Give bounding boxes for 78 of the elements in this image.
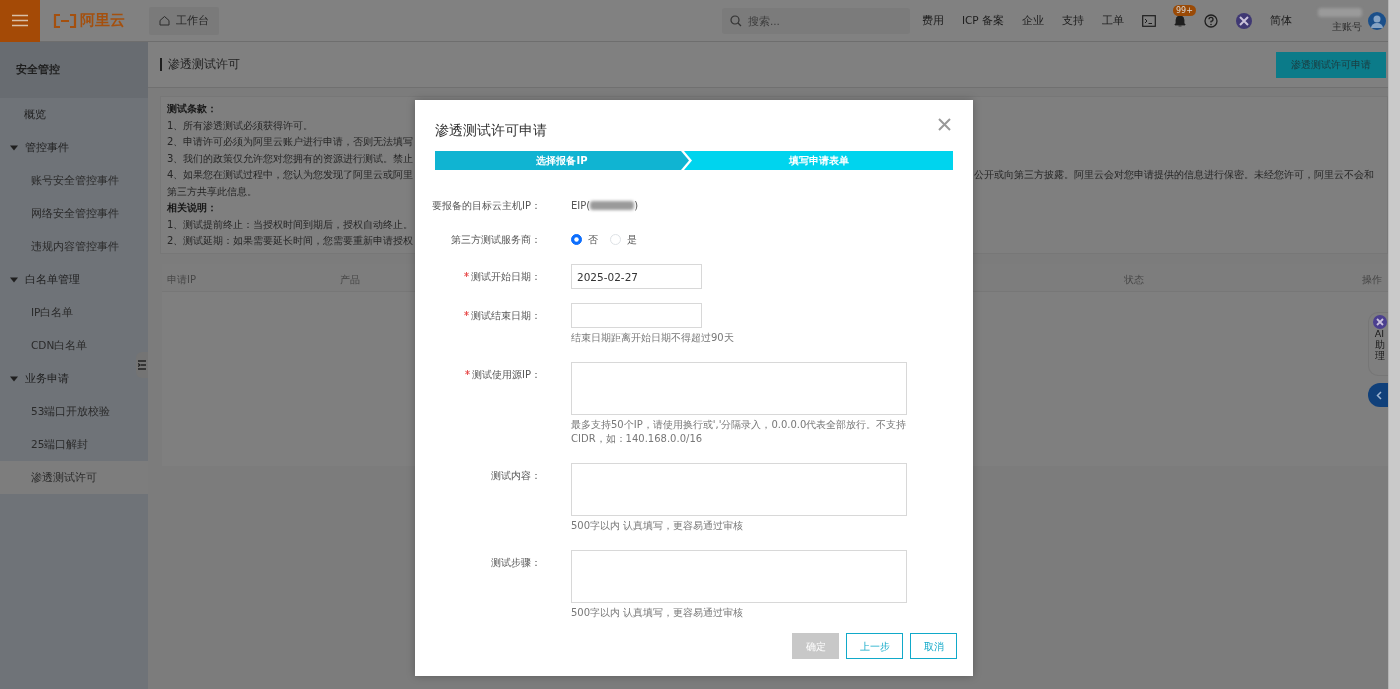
bell-icon[interactable]	[1174, 14, 1186, 27]
notice-text: 1、测试提前终止：当授权时间到期后，授权自动终止。	[167, 217, 415, 232]
option-label: 否	[588, 233, 598, 247]
dialog-button[interactable]: 上一步	[846, 633, 903, 659]
field-label: 第三方测试服务商：	[451, 233, 541, 247]
notification-badge: 99+	[1173, 5, 1196, 16]
sidebar-item[interactable]: 管控事件	[0, 131, 135, 164]
collapse-handle[interactable]	[136, 352, 148, 378]
close-button[interactable]	[938, 118, 951, 131]
sidebar-item[interactable]: 违规内容管控事件	[0, 230, 135, 263]
sidebar-title: 安全管控	[0, 42, 148, 98]
page-title: 渗透测试许可	[160, 58, 240, 71]
nav-link[interactable]: 费用	[921, 12, 944, 29]
assistant-icon[interactable]	[1236, 12, 1252, 29]
sidebar-item[interactable]: 渗透测试许可	[0, 461, 148, 494]
date-field[interactable]	[571, 303, 702, 328]
home-icon	[159, 15, 170, 26]
assistant-button[interactable]: AI 助理	[1368, 312, 1388, 376]
notice-heading: 测试条款：	[167, 102, 218, 116]
sidebar-item[interactable]: 业务申请	[0, 362, 135, 395]
chevron-icon	[1376, 390, 1382, 400]
option-label: 是	[627, 233, 637, 247]
notice-text: 2、申请许可必须为阿里云账户进行申请，否则无法填写	[167, 135, 415, 149]
account-role: 主账号	[1332, 19, 1362, 34]
apply-button[interactable]: 渗透测试许可申请	[1276, 51, 1386, 78]
sidebar-item[interactable]: CDN白名单	[0, 329, 135, 362]
dialog-title: 渗透测试许可申请	[435, 121, 547, 140]
field-value: EIP(	[571, 199, 591, 213]
terminal-icon[interactable]	[1142, 14, 1156, 27]
notice-text: 1、所有渗透测试必须获得许可。	[167, 118, 315, 133]
wizard-step: 选择报备IP	[435, 151, 689, 170]
search-icon	[729, 14, 742, 27]
notice-text: 第三方共享此信息。	[167, 184, 258, 199]
logo-text: 阿里云	[80, 10, 125, 32]
caret-icon	[10, 143, 18, 152]
field-label: 测试开始日期：	[471, 270, 541, 284]
field-label: 测试使用源IP：	[472, 368, 541, 382]
sidebar-item[interactable]: 白名单管理	[0, 263, 135, 296]
sidebar-item[interactable]: 53端口开放校验	[0, 395, 135, 428]
help-text: 最多支持50个IP，请使用换行或','分隔录入，0.0.0.0代表全部放行。不支持CIDR，如：140.168.0.0/16	[571, 418, 907, 446]
notice-text: 公开或向第三方披露。阿里云会对您申请提供的信息进行保密。未经您许可，阿里云不会和	[974, 168, 1375, 182]
sidebar-item[interactable]: 25端口解封	[0, 428, 135, 461]
wizard-step: 填写申请表单	[684, 151, 953, 170]
notice-heading: 相关说明：	[167, 201, 218, 215]
help-icon[interactable]	[1204, 13, 1218, 28]
search-field[interactable]: 搜索...	[721, 7, 910, 34]
avatar-icon[interactable]	[1368, 10, 1386, 31]
menu-icon	[12, 14, 28, 27]
nav-link[interactable]: ICP 备案	[961, 12, 1004, 29]
field-label: 测试结束日期：	[471, 309, 541, 323]
field-label: 测试步骤：	[491, 556, 541, 570]
notice-text: 4、如果您在测试过程中，您认为您发现了阿里云或阿里	[167, 168, 415, 182]
field-label: 要报备的目标云主机IP：	[432, 199, 541, 213]
logo-icon	[53, 13, 77, 28]
sidebar-item[interactable]: 账号安全管控事件	[0, 164, 135, 197]
dialog-button[interactable]: 取消	[910, 633, 957, 659]
caret-icon	[10, 374, 18, 383]
nav-link[interactable]: 支持	[1062, 12, 1084, 29]
nav-link[interactable]: 工单	[1102, 12, 1124, 29]
help-text: 结束日期距离开始日期不得超过90天	[571, 331, 735, 345]
workbench-button[interactable]: 工作台	[149, 6, 219, 35]
sidebar-item[interactable]: 概览	[0, 98, 135, 131]
help-text: 500字以内 认真填写，更容易通过审核	[571, 519, 745, 533]
nav-link[interactable]: 企业	[1022, 12, 1044, 29]
assistant-icon	[1372, 315, 1387, 329]
menu-button[interactable]	[0, 0, 40, 42]
notice-text: 2、测试延期：如果需要延长时间，您需要重新申请授权	[167, 234, 415, 248]
language-link[interactable]: 简体	[1270, 12, 1292, 29]
notice-text: 3、我们的政策仅允许您对您拥有的资源进行测试。禁止	[167, 151, 415, 166]
sidebar-item[interactable]: 网络安全管控事件	[0, 197, 135, 230]
radio-button[interactable]	[571, 234, 582, 245]
caret-icon	[10, 275, 18, 284]
field-label: 测试内容：	[491, 469, 541, 483]
help-text: 500字以内 认真填写，更容易通过审核	[571, 606, 745, 620]
scrollbar[interactable]	[1388, 0, 1400, 689]
date-field[interactable]: 2025-02-27	[571, 264, 702, 289]
field-value: )	[634, 199, 639, 213]
sidebar-item[interactable]: IP白名单	[0, 296, 135, 329]
